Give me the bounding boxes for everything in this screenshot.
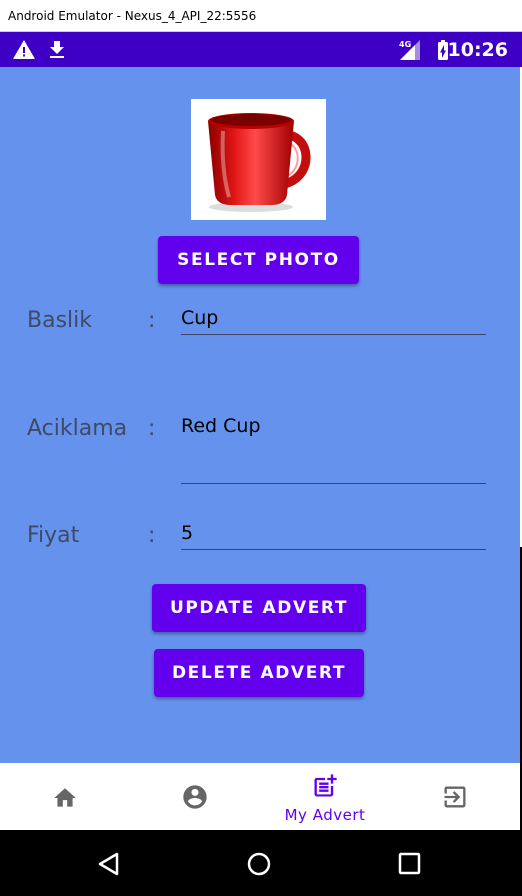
window-title: Android Emulator - Nexus_4_API_22:5556 xyxy=(8,9,257,23)
account-icon xyxy=(183,785,207,809)
status-time: 10:26 xyxy=(447,39,508,61)
bottom-navigation: My Advert xyxy=(0,763,520,830)
nav-home[interactable] xyxy=(0,763,130,830)
select-photo-button[interactable]: SELECT PHOTO xyxy=(158,236,359,284)
network-type: 4G xyxy=(399,40,411,49)
nav-account[interactable] xyxy=(130,763,260,830)
emulator-title-bar: Android Emulator - Nexus_4_API_22:5556 xyxy=(0,0,522,32)
red-cup-image xyxy=(208,113,311,212)
warning-icon xyxy=(13,40,35,59)
price-colon: : xyxy=(148,523,156,548)
title-input[interactable]: Cup xyxy=(181,307,486,335)
price-input[interactable]: 5 xyxy=(181,522,486,550)
nav-my-advert[interactable]: My Advert xyxy=(260,763,390,830)
title-colon: : xyxy=(148,308,156,333)
nav-logout[interactable] xyxy=(390,763,520,830)
title-label: Baslik xyxy=(27,308,93,333)
post-add-icon xyxy=(314,774,337,797)
download-icon xyxy=(50,41,64,58)
description-input[interactable]: Red Cup xyxy=(181,415,486,484)
description-colon: : xyxy=(148,416,156,441)
home-icon xyxy=(54,788,76,807)
back-icon[interactable] xyxy=(95,850,123,878)
recents-icon[interactable] xyxy=(396,850,424,878)
delete-advert-button[interactable]: DELETE ADVERT xyxy=(154,649,364,697)
description-label: Aciklama xyxy=(27,416,128,441)
exit-icon xyxy=(444,786,466,808)
signal-icon: 4G xyxy=(399,40,420,60)
price-label: Fiyat xyxy=(27,523,80,548)
advert-edit-screen: SELECT PHOTO Baslik : Cup Aciklama : Red… xyxy=(0,67,520,763)
product-photo xyxy=(191,99,326,220)
nav-my-advert-label: My Advert xyxy=(284,806,366,824)
home-circle-icon[interactable] xyxy=(245,850,273,878)
status-bar: 4G 10:26 xyxy=(0,32,522,67)
update-advert-button[interactable]: UPDATE ADVERT xyxy=(152,584,366,632)
system-navigation-bar xyxy=(0,830,522,896)
